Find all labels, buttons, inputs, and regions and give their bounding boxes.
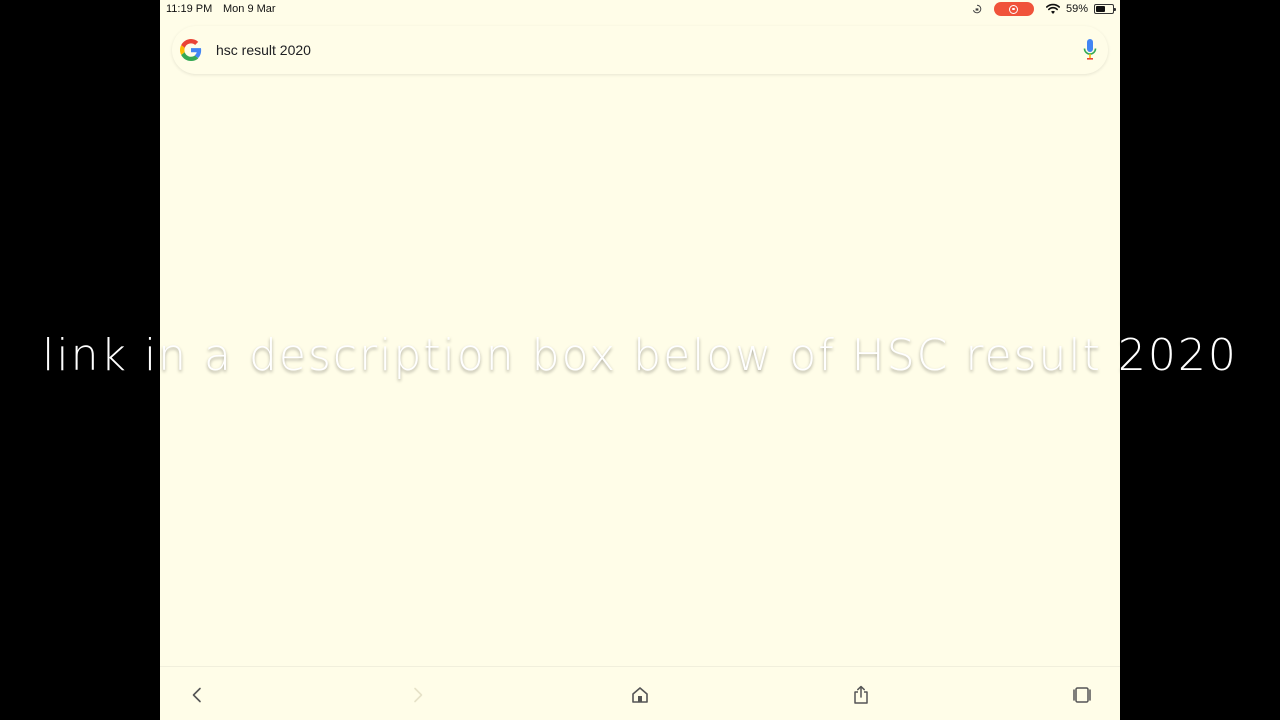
back-button[interactable] — [185, 683, 209, 707]
video-frame: 11:19 PM Mon 9 Mar 59% hsc result 2020 l… — [0, 0, 1280, 720]
status-bar: 11:19 PM Mon 9 Mar 59% — [160, 0, 1120, 18]
status-time: 11:19 PM — [166, 3, 213, 15]
video-caption-overlay: link in a description box below of HSC r… — [42, 330, 1238, 381]
forward-icon — [414, 687, 423, 703]
google-logo-icon — [180, 39, 202, 61]
tabs-icon — [1073, 687, 1091, 703]
status-indicators: 59% — [972, 2, 1116, 16]
back-icon — [192, 687, 201, 703]
bottom-toolbar — [160, 666, 1120, 720]
record-icon — [1009, 4, 1019, 14]
share-button[interactable] — [849, 683, 873, 707]
home-icon — [632, 687, 648, 703]
home-button[interactable] — [628, 683, 652, 707]
battery-fill — [1096, 6, 1106, 12]
battery-percent: 59% — [1065, 3, 1088, 15]
search-bar[interactable] — [172, 26, 1108, 74]
status-date: Mon 9 Mar — [223, 3, 276, 15]
microphone-icon[interactable] — [1082, 38, 1098, 62]
forward-button[interactable] — [406, 683, 430, 707]
share-icon — [854, 685, 868, 704]
rotation-lock-icon — [972, 4, 982, 14]
battery-icon — [1094, 4, 1116, 14]
search-input[interactable] — [216, 42, 1036, 58]
screen-recording-indicator[interactable] — [993, 2, 1034, 16]
wifi-icon — [1045, 3, 1060, 14]
tabs-button[interactable] — [1070, 683, 1094, 707]
